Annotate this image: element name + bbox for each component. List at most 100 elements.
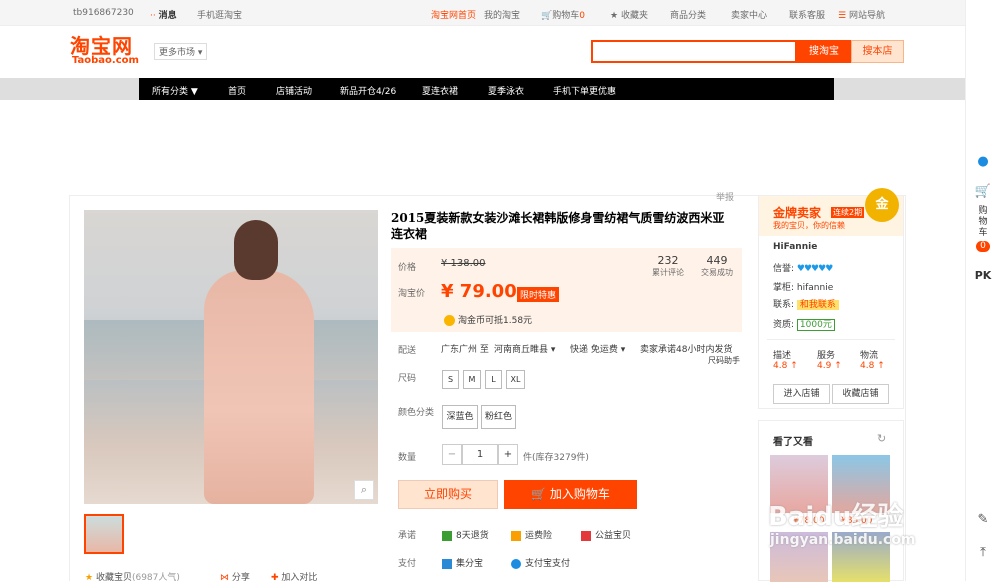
price-label: 价格 — [398, 263, 417, 273]
ship-method-select[interactable]: 快递 免运费 ▾ — [570, 342, 625, 355]
size-option-m[interactable]: M — [463, 370, 481, 389]
rating-desc-label: 描述 — [773, 351, 792, 361]
plus-icon: ✚ — [271, 573, 279, 583]
arrow-up-icon: ↑ — [877, 361, 885, 371]
back-to-top-icon[interactable]: ⤒ — [974, 545, 992, 563]
mobile-taobao-link[interactable]: 手机逛淘宝 — [197, 8, 242, 21]
size-option-s[interactable]: S — [442, 370, 459, 389]
coin-icon — [444, 315, 455, 326]
edit-icon[interactable]: ✎ — [974, 512, 992, 530]
site-nav-link[interactable]: ☰ 网站导航 — [838, 8, 885, 21]
qty-plus-button[interactable]: + — [498, 444, 518, 465]
also-viewed-title: 看了又看 — [773, 437, 813, 448]
cart-icon[interactable]: 🛒 — [974, 184, 992, 202]
price-box: 价格 ¥ 138.00 淘宝价 ¥ 79.00 限时特惠 232 累计评论 449… — [391, 248, 742, 332]
color-option-pink[interactable]: 粉红色 — [481, 405, 516, 429]
nav-item-new[interactable]: 新品开仓4/26 — [340, 84, 396, 97]
quantity-label: 数量 — [398, 453, 417, 463]
categories-link[interactable]: 商品分类 — [670, 8, 706, 21]
payment-jifenbao[interactable]: 集分宝 — [442, 556, 483, 569]
nav-item-dresses[interactable]: 夏连衣裙 — [422, 84, 458, 97]
seller-divider — [767, 339, 895, 340]
enter-shop-button[interactable]: 进入店铺 — [773, 384, 830, 404]
search-shop-button[interactable]: 搜本店 — [851, 40, 904, 63]
star-icon: ★ — [610, 11, 619, 21]
username-link[interactable]: tb916867230 — [73, 8, 134, 18]
promo-badge: 限时特惠 — [517, 287, 560, 302]
search-input[interactable] — [591, 40, 797, 63]
promise-return[interactable]: 8天退货 — [442, 528, 489, 541]
color-option-navy[interactable]: 深蓝色 — [442, 405, 478, 429]
star-icon: ★ — [85, 573, 94, 583]
promo-price: ¥ 79.00 — [441, 281, 517, 302]
messages-link[interactable]: ·· 消息 — [150, 8, 177, 21]
taobao-home-link[interactable]: 淘宝网首页 — [431, 8, 476, 21]
nav-item-mobile[interactable]: 手机下单更优惠 — [553, 84, 616, 97]
nav-item-swimwear[interactable]: 夏季泳衣 — [488, 84, 524, 97]
size-guide-link[interactable]: 尺码助手 — [708, 355, 740, 366]
compare-link[interactable]: ✚ 加入对比 — [271, 570, 317, 583]
chevron-down-icon: ▾ — [620, 345, 626, 355]
my-taobao-link[interactable]: 我的淘宝 — [484, 8, 520, 21]
favorites-link[interactable]: ★ 收藏夹 — [610, 8, 648, 21]
payment-label: 支付 — [398, 559, 417, 569]
more-market-dropdown[interactable]: 更多市场 ▾ — [154, 43, 208, 60]
site-header: 淘宝网 Taobao.com 更多市场 ▾ 搜淘宝 搜本店 — [0, 26, 965, 78]
size-option-xl[interactable]: XL — [506, 370, 525, 389]
reviews-stat[interactable]: 232 累计评论 — [646, 254, 690, 278]
share-icon: ⋈ — [220, 573, 229, 583]
sidebar-pk[interactable]: PK — [973, 270, 993, 281]
image-dress — [204, 270, 314, 504]
promise-charity[interactable]: 公益宝贝 — [581, 528, 631, 541]
promise-freight[interactable]: 运费险 — [511, 528, 552, 541]
freight-icon — [511, 530, 521, 541]
qty-minus-button[interactable]: − — [442, 444, 462, 465]
size-option-l[interactable]: L — [485, 370, 502, 389]
jifenbao-icon — [442, 558, 452, 569]
image-head — [234, 220, 278, 280]
arrow-up-icon: ↑ — [790, 361, 798, 371]
gold-medal-icon: 金 — [865, 188, 899, 222]
refresh-icon[interactable]: ↻ — [877, 432, 886, 445]
seller-slogan: 我的宝贝，你的信赖 — [773, 221, 845, 230]
taobao-logo[interactable]: 淘宝网 Taobao.com — [70, 36, 139, 66]
rating-service-value: 4.9 ↑ — [817, 361, 842, 371]
seller-center-link[interactable]: 卖家中心 — [731, 8, 767, 21]
alipay-icon — [511, 558, 521, 569]
share-link[interactable]: ⋈ 分享 — [220, 570, 250, 583]
ship-to-select[interactable]: 河南商丘睢县 ▾ — [494, 342, 555, 355]
search-taobao-button[interactable]: 搜淘宝 — [797, 40, 851, 63]
site-topbar: tb916867230 ·· 消息 手机逛淘宝 淘宝网首页 我的淘宝 🛒购物车0… — [0, 0, 965, 26]
contact-button[interactable]: 和我联系 — [796, 300, 839, 310]
sales-stat: 449 交易成功 — [701, 254, 733, 277]
sidebar-cart-label[interactable]: 购物车 — [976, 206, 990, 239]
nav-item-home[interactable]: 首页 — [228, 84, 246, 97]
support-link[interactable]: 联系客服 — [789, 8, 825, 21]
ship-promise: 卖家承诺48小时内发货 — [640, 345, 733, 355]
sidebar-cart-count: 0 — [976, 241, 990, 252]
original-price: ¥ 138.00 — [441, 258, 486, 269]
baidu-watermark-url: jingyan.baidu.com — [770, 532, 916, 548]
color-label: 颜色分类 — [398, 408, 435, 418]
nav-item-activities[interactable]: 店铺活动 — [276, 84, 312, 97]
report-link[interactable]: 举报 — [716, 190, 734, 203]
user-icon[interactable]: ● — [974, 154, 992, 172]
thumbnail-1[interactable] — [84, 514, 124, 554]
arrow-up-icon: ↑ — [834, 361, 842, 371]
promo-price-label: 淘宝价 — [398, 289, 426, 299]
nav-all-categories[interactable]: 所有分类 ▼ — [152, 84, 198, 97]
gold-seller-title: 金牌卖家 — [773, 206, 822, 220]
coin-discount: 淘金币可抵1.58元 — [444, 313, 532, 326]
shop-name[interactable]: HiFannie — [773, 242, 817, 252]
payment-alipay[interactable]: 支付宝支付 — [511, 556, 570, 569]
favorite-shop-button[interactable]: 收藏店铺 — [832, 384, 889, 404]
buy-now-button[interactable]: 立即购买 — [398, 480, 498, 509]
seller-card: 金牌卖家 连续2期 我的宝贝，你的信赖 金 HiFannie 信誉: ♥♥♥♥♥… — [758, 188, 904, 409]
zoom-icon[interactable]: ⌕ — [354, 480, 374, 500]
qty-input[interactable]: 1 — [462, 444, 498, 465]
favorite-item-link[interactable]: ★ 收藏宝贝(6987人气) — [85, 570, 180, 583]
product-main-image[interactable]: ⌕ — [84, 210, 378, 504]
cart-link[interactable]: 🛒购物车0 — [541, 8, 585, 21]
add-to-cart-button[interactable]: 🛒 加入购物车 — [504, 480, 637, 509]
baidu-watermark: Baidu经验 — [768, 502, 904, 532]
